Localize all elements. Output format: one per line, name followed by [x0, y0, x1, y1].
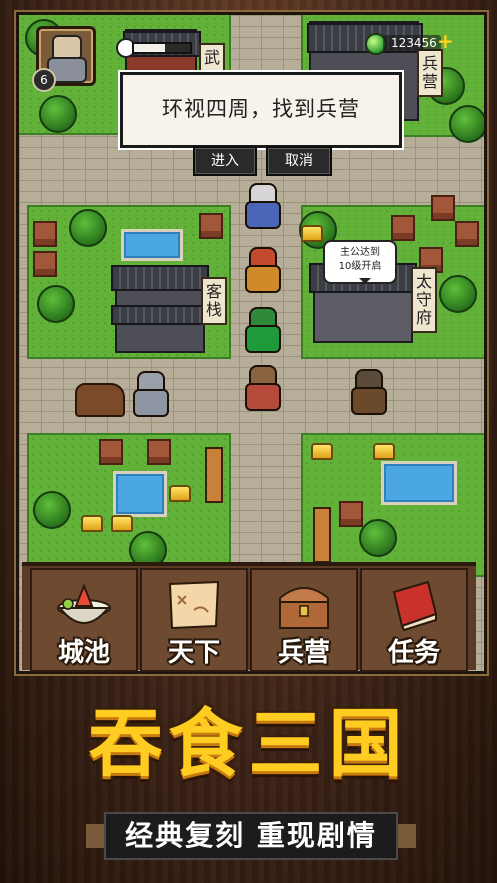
- pond: [113, 471, 167, 517]
- stamina-fill: [134, 44, 165, 52]
- cancel-button[interactable]: 取消: [266, 146, 332, 176]
- level-badge: 6: [32, 68, 56, 92]
- inn-roof: [111, 305, 209, 325]
- gold-ingot[interactable]: [301, 225, 323, 242]
- inn-sign: 客栈: [201, 277, 227, 325]
- crate: [147, 439, 171, 465]
- gold-ingot[interactable]: [373, 443, 395, 460]
- game-title: 吞食三国: [88, 701, 409, 787]
- crate: [33, 221, 57, 247]
- character-body: [351, 387, 387, 415]
- gold-ingot[interactable]: [169, 485, 191, 502]
- character-body: [133, 389, 169, 417]
- crate: [431, 195, 455, 221]
- menu-item-city[interactable]: 城池: [30, 568, 138, 672]
- character-body: [245, 201, 281, 229]
- bottom-menu: 城池 天下 兵营 任务: [22, 562, 476, 672]
- character-liubei[interactable]: [241, 365, 281, 411]
- enter-button[interactable]: 进入: [193, 146, 257, 176]
- fence-post: [205, 447, 223, 503]
- governor-sign: 太守府: [411, 267, 437, 333]
- character-villager[interactable]: [347, 369, 387, 415]
- crate: [99, 439, 123, 465]
- crate: [455, 221, 479, 247]
- tree: [33, 491, 71, 529]
- map-scroll-icon: [168, 580, 220, 630]
- character-body: [245, 325, 281, 353]
- chest-icon: [279, 587, 329, 629]
- gold-ingot[interactable]: [111, 515, 133, 532]
- gold-ingot[interactable]: [311, 443, 333, 460]
- tree: [449, 105, 484, 143]
- horse[interactable]: [75, 383, 125, 417]
- tree: [359, 519, 397, 557]
- bubble-line-2: 10级开启: [338, 261, 382, 272]
- npc-speech-bubble: 主公达到 10级开启: [323, 240, 397, 284]
- character-soldier[interactable]: [129, 371, 169, 417]
- crate: [33, 251, 57, 277]
- martial-sign: 武: [199, 43, 225, 73]
- stamina-bar: [132, 42, 192, 54]
- menu-label: 兵营: [277, 638, 330, 668]
- menu-item-tasks[interactable]: 任务: [360, 568, 468, 672]
- menu-label: 天下: [167, 638, 220, 668]
- bubble-line-1: 主公达到: [340, 247, 380, 258]
- quest-dialog: 环视四周，找到兵营: [120, 72, 402, 148]
- crate: [339, 501, 363, 527]
- tree: [37, 285, 75, 323]
- menu-item-world[interactable]: 天下: [140, 568, 248, 672]
- bowl-icon: [57, 583, 111, 624]
- crate: [199, 213, 223, 239]
- character-zhangfei[interactable]: [241, 247, 281, 293]
- menu-item-barracks[interactable]: 兵营: [250, 568, 358, 672]
- game-subtitle: 经典复刻 重现剧情: [86, 812, 416, 860]
- currency-amount: 123456: [383, 35, 441, 51]
- character-body: [245, 383, 281, 411]
- add-currency-button[interactable]: +: [437, 31, 454, 51]
- pond: [121, 229, 183, 261]
- book-icon: [392, 580, 438, 632]
- fence-post: [313, 507, 331, 563]
- crate: [391, 215, 415, 241]
- tree: [439, 275, 477, 313]
- barracks-sign: 兵营: [417, 49, 443, 97]
- pond: [381, 461, 457, 505]
- inn-roof: [111, 265, 209, 291]
- inn-building[interactable]: [111, 265, 209, 353]
- dialog-text: 环视四周，找到兵营: [162, 97, 360, 121]
- gold-ingot[interactable]: [81, 515, 103, 532]
- character-zhaoyun[interactable]: [241, 183, 281, 229]
- tree: [39, 95, 77, 133]
- menu-label: 任务: [387, 638, 440, 668]
- tree: [69, 209, 107, 247]
- menu-label: 城池: [57, 638, 110, 668]
- character-body: [245, 265, 281, 293]
- character-guanyu[interactable]: [241, 307, 281, 353]
